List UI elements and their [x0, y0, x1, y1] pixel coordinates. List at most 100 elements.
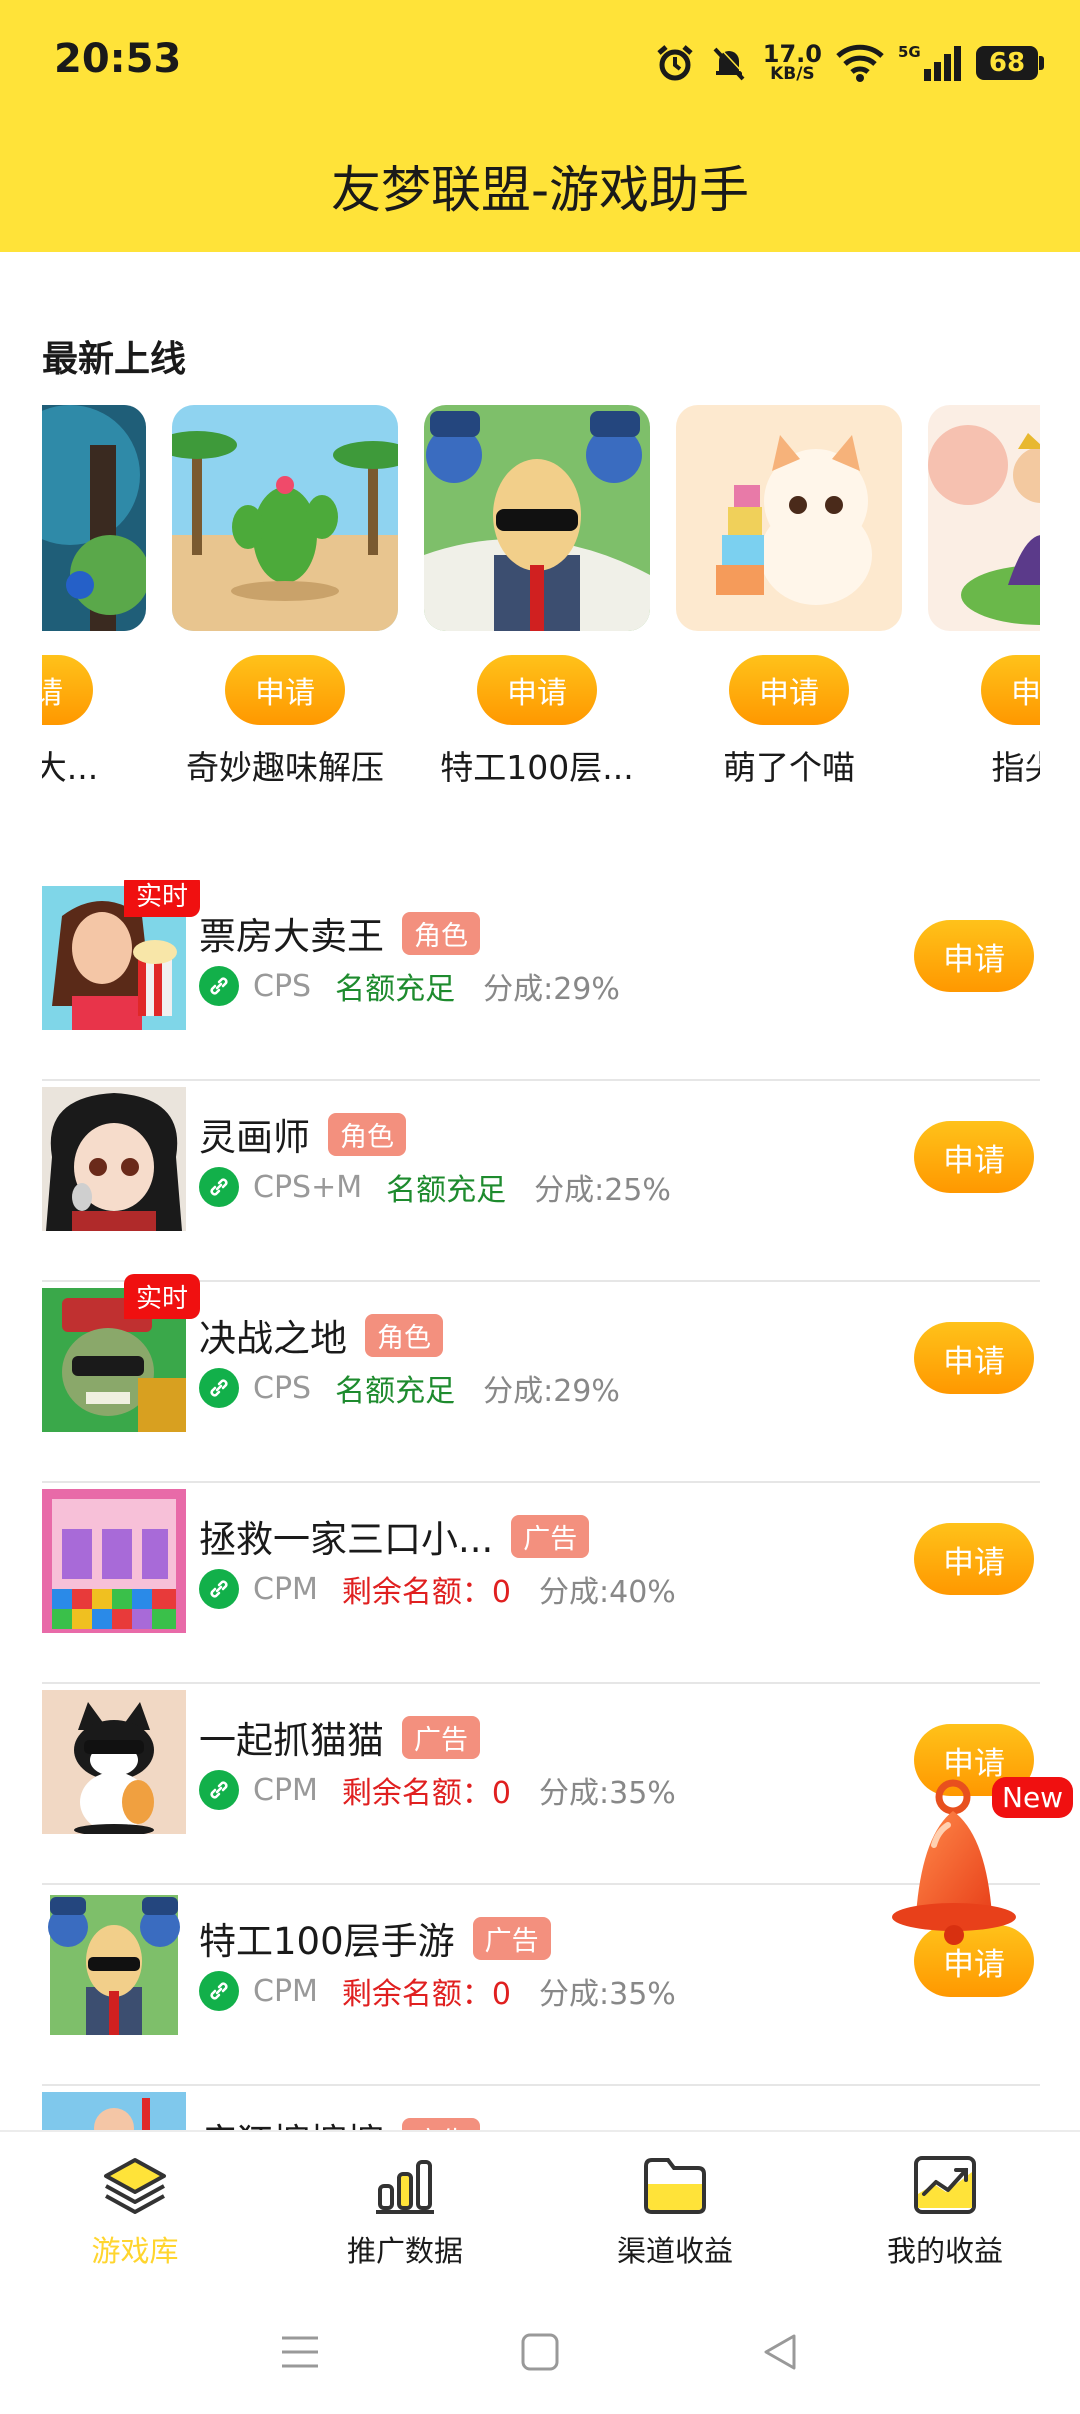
game-name: 特工100层手游: [199, 1920, 455, 1963]
game-name: 疯狂擦擦擦: [199, 2112, 384, 2130]
latest-card[interactable]: 申请 连连大...: [42, 405, 146, 785]
game-row[interactable]: 拯救一家三口小... 广告 CPM 剩余名额：0 分成:40% 申请: [42, 1483, 1040, 1684]
game-meta: CPM 剩余名额：0 分成:40%: [199, 1567, 676, 1611]
game-name: 票房大卖王: [199, 915, 384, 958]
game-thumbnail[interactable]: [424, 405, 650, 631]
nav-promotion-data[interactable]: 推广数据: [270, 2132, 540, 2290]
game-thumbnail[interactable]: [172, 405, 398, 631]
revenue-share: 分成:25%: [534, 1173, 671, 1208]
link-icon: [199, 1971, 239, 2011]
home-icon[interactable]: [518, 2330, 562, 2374]
game-thumbnail[interactable]: [928, 405, 1040, 631]
nav-label: 渠道收益: [616, 2234, 733, 2268]
game-thumbnail[interactable]: [42, 1891, 186, 2035]
apply-button[interactable]: 申请: [914, 1322, 1034, 1394]
quota-status: 剩余名额：0: [341, 1776, 512, 1811]
menu-icon[interactable]: [278, 2330, 322, 2374]
latest-carousel[interactable]: 申请 连连大... 申请 奇: [42, 405, 1040, 785]
settlement-model: CPM: [253, 1973, 318, 2009]
category-tag: 广告: [402, 2117, 480, 2130]
battery-indicator: 68: [976, 46, 1044, 80]
apply-button[interactable]: 申请: [981, 655, 1040, 725]
game-name: 指尖娱: [991, 748, 1041, 785]
link-icon: [199, 1167, 239, 1207]
game-row[interactable]: 实时 票房大卖王 角色 CPS 名额充足 分成:29% 申请: [42, 880, 1040, 1081]
game-name: 连连大...: [42, 748, 99, 785]
game-name: 特工100层...: [440, 748, 634, 785]
nav-game-library[interactable]: 游戏库: [0, 2132, 270, 2290]
quota-status: 名额充足: [335, 972, 456, 1007]
game-name: 萌了个喵: [723, 748, 855, 785]
settlement-model: CPS: [253, 968, 312, 1004]
nav-my-revenue[interactable]: 我的收益: [810, 2132, 1080, 2290]
game-thumbnail[interactable]: [42, 1489, 186, 1633]
bar-chart-icon: [376, 2160, 434, 2214]
network-speed: 17.0 KB/S: [762, 40, 822, 84]
revenue-share: 分成:35%: [539, 1977, 676, 2012]
game-title: 疯狂擦擦擦 广告: [199, 2112, 480, 2130]
back-icon[interactable]: [758, 2330, 802, 2374]
app-header: 20:53 17.0 KB/S 5G 68 友梦联盟-游戏助手: [0, 0, 1080, 252]
nav-channel-revenue[interactable]: 渠道收益: [540, 2132, 810, 2290]
game-name: 灵画师: [199, 1116, 310, 1159]
game-row[interactable]: 灵画师 角色 CPS+M 名额充足 分成:25% 申请: [42, 1081, 1040, 1282]
game-meta: CPS 名额充足 分成:29%: [199, 1366, 620, 1410]
category-tag: 角色: [365, 1313, 443, 1357]
system-navigation-bar: [0, 2290, 1080, 2414]
status-icons: 17.0 KB/S 5G 68: [655, 38, 1044, 88]
nav-label: 我的收益: [886, 2234, 1003, 2268]
settlement-model: CPM: [253, 1772, 318, 1808]
quota-status: 名额充足: [335, 1374, 456, 1409]
game-row[interactable]: 实时 决战之地 角色 CPS 名额充足 分成:29% 申请: [42, 1274, 1040, 1483]
game-thumbnail[interactable]: [42, 405, 146, 631]
bottom-nav: 游戏库 推广数据 渠道收益 我的收益: [0, 2130, 1080, 2290]
folder-icon: [644, 2158, 706, 2214]
category-tag: 广告: [402, 1715, 480, 1759]
apply-button[interactable]: 申请: [42, 655, 93, 725]
latest-card[interactable]: 申请 指尖娱: [928, 405, 1040, 785]
game-meta: CPM 剩余名额：0 分成:35%: [199, 1969, 676, 2013]
game-name: 一起抓猫猫: [199, 1719, 384, 1762]
apply-button[interactable]: 申请: [914, 1121, 1034, 1193]
game-row[interactable]: 疯狂擦擦擦 广告: [42, 2086, 1040, 2130]
status-bar: 20:53 17.0 KB/S 5G 68: [0, 0, 1080, 126]
apply-button[interactable]: 申请: [477, 655, 597, 725]
live-badge: 实时: [124, 880, 201, 917]
game-name: 拯救一家三口小...: [199, 1518, 494, 1561]
game-thumbnail[interactable]: [676, 405, 902, 631]
game-meta: CPS+M 名额充足 分成:25%: [199, 1165, 671, 1209]
latest-card[interactable]: 申请 萌了个喵: [676, 405, 902, 785]
settlement-model: CPM: [253, 1571, 318, 1607]
apply-button[interactable]: 申请: [914, 920, 1034, 992]
game-thumbnail[interactable]: [42, 1690, 186, 1834]
game-title: 特工100层手游 广告: [199, 1911, 551, 1965]
signal-5g-icon: 5G: [898, 43, 961, 81]
carousel-track: 申请 连连大... 申请 奇: [42, 405, 1040, 785]
quota-status: 剩余名额：0: [341, 1977, 512, 2012]
game-thumbnail[interactable]: [42, 1087, 186, 1231]
quota-status: 剩余名额：0: [341, 1575, 512, 1610]
trend-chart-icon: [914, 2156, 976, 2214]
game-meta: CPM 剩余名额：0 分成:35%: [199, 1768, 676, 1812]
clock: 20:53: [54, 36, 182, 82]
settlement-model: CPS: [253, 1370, 312, 1406]
link-icon: [199, 1368, 239, 1408]
category-tag: 广告: [511, 1514, 590, 1558]
game-thumbnail[interactable]: [42, 2092, 186, 2130]
apply-button[interactable]: 申请: [729, 655, 849, 725]
new-badge: New: [992, 1777, 1074, 1818]
category-tag: 角色: [402, 911, 480, 955]
game-name: 决战之地: [199, 1317, 347, 1360]
game-title: 票房大卖王 角色: [199, 906, 480, 960]
revenue-share: 分成:40%: [539, 1575, 676, 1610]
latest-card[interactable]: 申请 奇妙趣味解压: [172, 405, 398, 785]
category-tag: 广告: [472, 1916, 551, 1960]
apply-button[interactable]: 申请: [225, 655, 345, 725]
link-icon: [199, 1569, 239, 1609]
quota-status: 名额充足: [386, 1173, 507, 1208]
latest-section-title: 最新上线: [42, 339, 187, 380]
apply-button[interactable]: 申请: [914, 1523, 1034, 1595]
wifi-icon: [836, 44, 884, 82]
latest-card[interactable]: 申请 特工100层...: [424, 405, 650, 785]
category-tag: 角色: [328, 1112, 406, 1156]
